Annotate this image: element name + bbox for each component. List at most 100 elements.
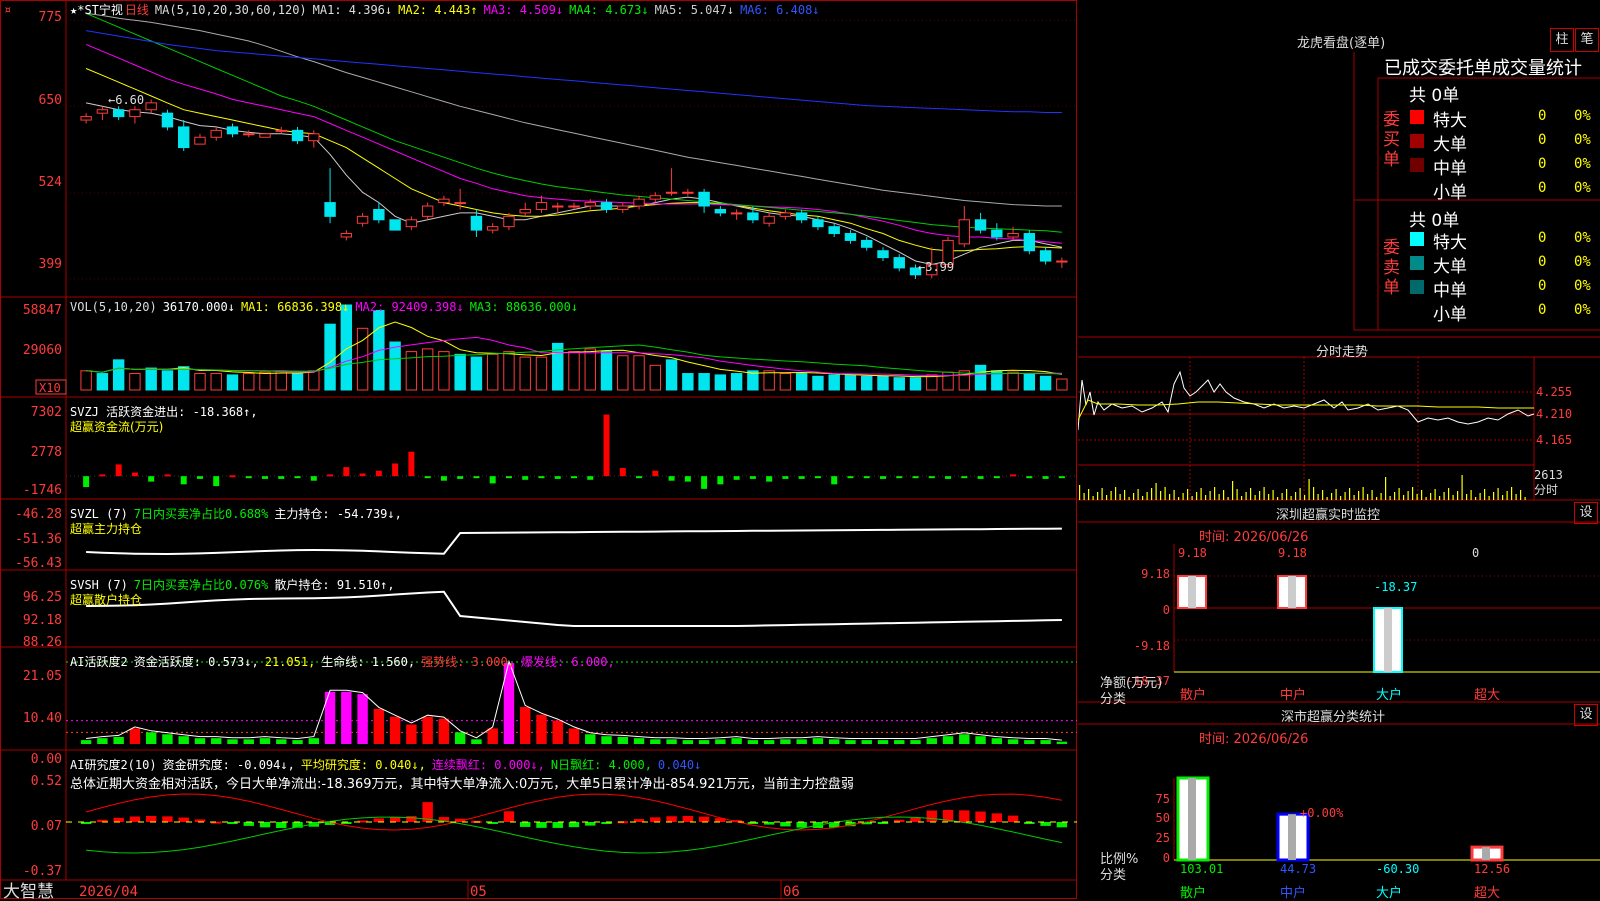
legend-swatch (1410, 158, 1424, 172)
classify-settings-button[interactable]: 设 (1574, 704, 1598, 726)
main-y-tick: 524 (39, 175, 63, 190)
svzj-bar (213, 476, 220, 487)
ai-research-bar (113, 817, 124, 822)
volume-bar (779, 373, 792, 391)
volume-bars (80, 304, 1068, 391)
candle-body (893, 257, 905, 269)
order-pct: 0% (1574, 230, 1591, 246)
svzj-subtitle: 超赢资金流(万元) (70, 420, 164, 434)
svzj-bar (684, 476, 691, 482)
ai-research-bar (780, 822, 791, 827)
svzj-bar (148, 476, 155, 482)
svzj-bar (473, 476, 480, 479)
monitor-bar-shade (1288, 576, 1296, 608)
y-axis-labels: 775 650 524 399 58847 29060 7302 2778 -1… (15, 10, 62, 879)
svzj-bar (733, 476, 740, 480)
candle-body (243, 133, 255, 136)
order-size-label: 中单 (1433, 159, 1467, 179)
ai-active-bar (1007, 739, 1019, 744)
volume-bar (877, 375, 889, 391)
svzj-bar (798, 476, 805, 479)
order-size-label: 大单 (1433, 135, 1467, 155)
svzj-bar (457, 476, 464, 479)
candle-body (812, 219, 824, 228)
monitor-settings-button[interactable]: 设 (1574, 502, 1598, 524)
svzj-bar (945, 476, 952, 479)
ai-research-bar (406, 816, 417, 822)
svzj-bar (782, 476, 789, 479)
svzj-bar (1010, 474, 1017, 477)
bar-view-button[interactable]: 柱 (1550, 28, 1574, 52)
ai-active-bar (1056, 741, 1068, 744)
candle-body (714, 208, 727, 214)
chart-period: 日线 (124, 3, 149, 17)
svzj-bar (928, 476, 935, 479)
monitor-category: 超大 (1474, 688, 1501, 703)
ai-active-bar (942, 736, 954, 744)
ma-params: MA(5,10,20,30,60,120) (154, 3, 307, 17)
monitor-category: 大户 (1376, 688, 1403, 703)
svzj-bar (896, 476, 903, 479)
svzj-bar (636, 476, 643, 479)
candle-body (291, 129, 304, 142)
candle-body (600, 202, 613, 210)
order-size-label: 特大 (1433, 111, 1467, 131)
ma-line-4 (85, 12, 1062, 233)
svg-text:25: 25 (1156, 831, 1170, 845)
volume-bar (633, 355, 645, 391)
legend-swatch (1410, 232, 1424, 246)
svzj-bar (359, 473, 366, 477)
vol-header: VOL(5,10,20) 36170.000↓ MA1: 66836.398↓ MA2… (70, 300, 584, 314)
ai-active-bar (796, 739, 807, 744)
res-y-tick: -0.37 (23, 864, 62, 879)
svzj-bar (131, 472, 138, 477)
svzj-bar (522, 476, 529, 480)
ai-research-bar (796, 822, 807, 828)
vol-params: VOL(5,10,20) (70, 300, 157, 314)
svsh-y-tick: 88.26 (23, 635, 62, 650)
candle-body (779, 212, 792, 217)
svzj-bar (99, 474, 106, 477)
tick-view-button[interactable]: 笔 (1575, 28, 1599, 52)
volume-bar (210, 373, 222, 391)
svzj-bar (538, 476, 545, 479)
order-size-label: 中单 (1433, 281, 1467, 301)
ma1-value: MA1: 4.396↓ (312, 3, 393, 17)
intraday-vol: 2613 (1534, 468, 1563, 482)
lhb-subtitle: 已成交委托单成交量统计 (1384, 58, 1582, 79)
ai-active-bar (373, 708, 385, 744)
candle-body (405, 219, 418, 228)
monitor-axis-label-2: 分类 (1100, 692, 1127, 707)
order-count: 0 (1538, 278, 1547, 294)
candle-body (1007, 233, 1019, 238)
monitor-value: -18.37 (1374, 580, 1418, 594)
menu-marker-icon[interactable]: ¤ (4, 3, 11, 17)
order-pct: 0% (1574, 278, 1591, 294)
order-count: 0 (1538, 156, 1547, 172)
candle-body (552, 205, 564, 208)
ai-research-bar (568, 822, 580, 828)
classify-category: 超大 (1474, 886, 1501, 901)
ai-active-bar (650, 739, 661, 744)
vol-ma2: MA2: 92409.398↓ (355, 300, 464, 314)
ai-active-bars (66, 659, 1077, 744)
svsh-y-tick: 96.25 (23, 590, 62, 605)
candle-body (308, 133, 320, 142)
ma6-value: MA6: 6.408↓ (740, 3, 820, 17)
volume-bar (698, 373, 710, 391)
svzj-bar (392, 463, 399, 477)
main-grid (66, 19, 1077, 280)
svg-text:50: 50 (1156, 811, 1170, 825)
volume-bar (243, 373, 255, 391)
ai-active-bar (406, 724, 417, 744)
ai-active-bar (422, 716, 433, 744)
svzj-bar (912, 476, 919, 479)
candle-body (617, 205, 629, 210)
volume-bar (942, 371, 954, 391)
ai-research-bar (991, 813, 1003, 822)
svzj-y-tick: 2778 (31, 445, 62, 460)
svzj-bar (961, 476, 968, 479)
volume-bar (1056, 378, 1068, 391)
ai-active-bar (357, 694, 368, 744)
ai-research-bar (975, 811, 986, 822)
